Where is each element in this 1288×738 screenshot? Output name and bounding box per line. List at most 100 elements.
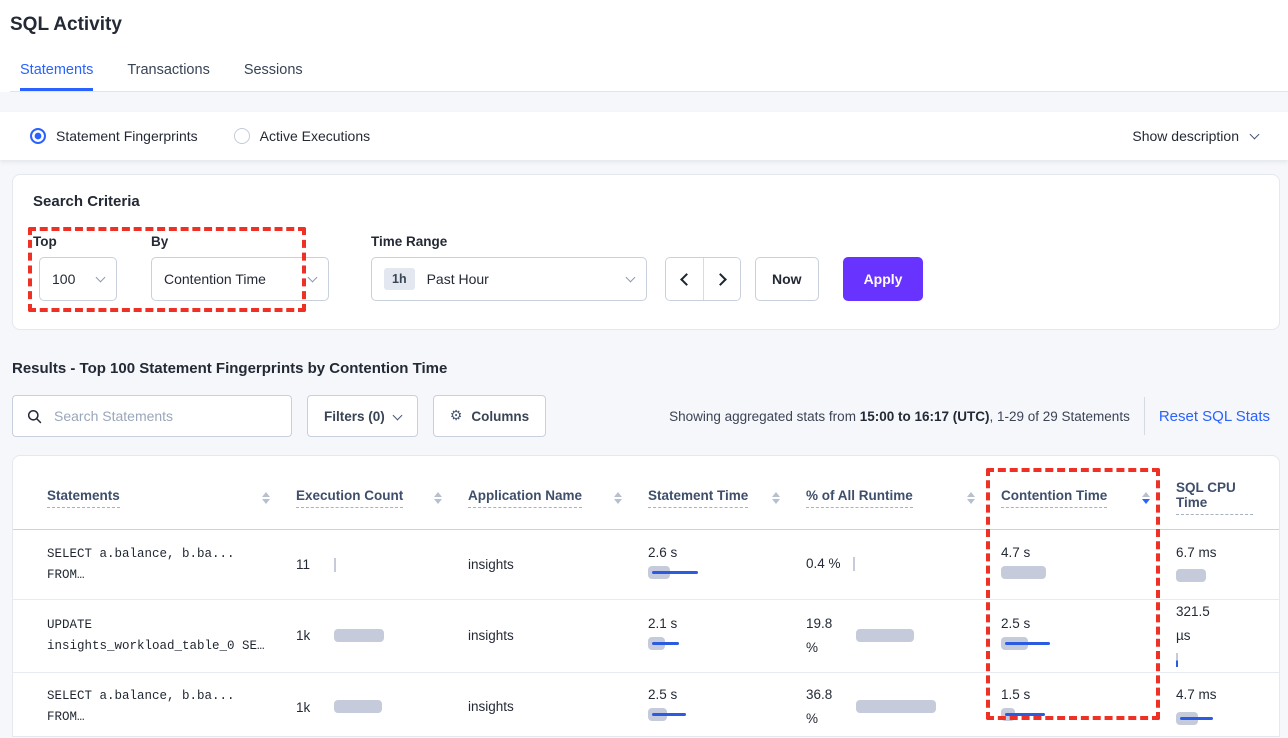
pct-runtime-bar: [856, 700, 936, 714]
sort-arrows-icon[interactable]: [262, 492, 270, 504]
application-name-value: insights: [468, 699, 514, 714]
top-select[interactable]: 100: [39, 257, 117, 301]
statement-time-cell: 2.1 s: [648, 616, 806, 656]
radio-label: Statement Fingerprints: [56, 128, 198, 144]
column-header-sql-cpu-time[interactable]: SQL CPU Time: [1176, 480, 1279, 515]
table-row[interactable]: UPDATEinsights_workload_table_0 SE…1kins…: [13, 600, 1279, 673]
statement-text: UPDATE: [47, 615, 296, 636]
sort-arrows-icon[interactable]: [772, 492, 780, 504]
by-select[interactable]: Contention Time: [151, 257, 329, 301]
main-content: Search Criteria Top 100 By Contention Ti…: [0, 160, 1288, 738]
time-range-value: Past Hour: [427, 271, 627, 287]
bar-gray: [334, 629, 384, 642]
table-header-row: Statements Execution CountApplication Nam…: [13, 456, 1279, 530]
bar-gray: [1001, 566, 1046, 579]
tab-bar: Statements Transactions Sessions: [10, 62, 1288, 92]
next-range-button[interactable]: [703, 258, 740, 300]
sort-arrows-icon[interactable]: [614, 492, 622, 504]
columns-button[interactable]: ⚙ Columns: [433, 395, 546, 437]
contention-time-value: 2.5 s: [1001, 616, 1176, 631]
pct-runtime-value: 0.4 %: [806, 552, 841, 576]
page-header: SQL Activity Statements Transactions Ses…: [0, 0, 1288, 92]
table-row[interactable]: SELECT a.balance, b.ba...FROM…11insights…: [13, 530, 1279, 600]
show-description-toggle[interactable]: Show description: [1132, 128, 1258, 144]
time-range-select[interactable]: 1h Past Hour: [371, 257, 647, 301]
previous-range-button[interactable]: [666, 258, 703, 300]
by-field: By Contention Time: [117, 234, 329, 301]
apply-button[interactable]: Apply: [843, 257, 924, 301]
search-icon: [27, 409, 42, 424]
bar-blue-line: [652, 713, 686, 716]
sort-arrows-icon[interactable]: [1142, 492, 1150, 504]
spacer-band: [0, 92, 1288, 112]
sort-arrows-icon[interactable]: [434, 492, 442, 504]
radio-unselected-icon[interactable]: [234, 128, 250, 144]
execution-count-bar: [334, 558, 336, 572]
radio-selected-icon[interactable]: [30, 128, 46, 144]
sql-cpu-time-value: 6.7 ms: [1176, 541, 1220, 565]
statement-text: insights_workload_table_0 SE…: [47, 636, 296, 657]
execution-count-cell: 11: [296, 557, 468, 572]
view-toggle-bar: Statement Fingerprints Active Executions…: [0, 112, 1288, 160]
chevron-down-icon: [1250, 129, 1260, 139]
search-statements-box[interactable]: [12, 395, 292, 437]
chevron-down-icon: [96, 272, 106, 282]
statement-time-cell: 2.6 s: [648, 545, 806, 585]
column-header-label: Statement Time: [648, 488, 748, 508]
results-heading: Results - Top 100 Statement Fingerprints…: [12, 360, 1288, 377]
tab-sessions[interactable]: Sessions: [244, 62, 303, 91]
tab-statements[interactable]: Statements: [20, 62, 93, 91]
statement-time-value: 2.6 s: [648, 545, 806, 560]
search-statements-input[interactable]: [52, 407, 281, 425]
bar-blue-line: [1005, 642, 1050, 645]
statement-cell[interactable]: SELECT a.balance, b.ba...FROM…: [47, 686, 296, 727]
sql-cpu-time-bar: [1176, 712, 1198, 726]
radio-statement-fingerprints[interactable]: Statement Fingerprints: [30, 128, 198, 144]
column-header-label: % of All Runtime: [806, 488, 913, 508]
reset-sql-stats-link[interactable]: Reset SQL Stats: [1159, 408, 1280, 425]
time-range-pager: [665, 257, 741, 301]
table-row[interactable]: SELECT a.balance, b.ba...FROM…1k insights…: [13, 673, 1279, 737]
chevron-right-icon: [714, 273, 727, 286]
bar-blue-line: [652, 571, 698, 574]
column-header--of-all-runtime[interactable]: % of All Runtime: [806, 488, 1001, 508]
statement-cell[interactable]: SELECT a.balance, b.ba...FROM…: [47, 544, 296, 585]
chevron-down-icon: [626, 272, 636, 282]
statement-time-bar: [648, 637, 665, 651]
chevron-left-icon: [680, 273, 693, 286]
column-header-label: Statements: [47, 488, 120, 508]
radio-active-executions[interactable]: Active Executions: [234, 128, 371, 144]
sort-arrows-icon[interactable]: [967, 492, 975, 504]
contention-time-value: 1.5 s: [1001, 687, 1176, 702]
statement-cell[interactable]: UPDATEinsights_workload_table_0 SE…: [47, 615, 296, 656]
tab-transactions[interactable]: Transactions: [127, 62, 209, 91]
radio-label: Active Executions: [260, 128, 371, 144]
column-header-statement-time[interactable]: Statement Time: [648, 488, 806, 508]
column-header-execution-count[interactable]: Execution Count: [296, 488, 468, 508]
bar-tick: [853, 557, 855, 571]
filters-button[interactable]: Filters (0): [307, 395, 418, 437]
showing-stats-text: Showing aggregated stats from 15:00 to 1…: [669, 409, 1130, 424]
bar-blue-line: [1005, 713, 1045, 716]
bar-tick: [334, 558, 336, 572]
statements-table-card: Statements Execution CountApplication Nam…: [12, 455, 1280, 737]
vertical-divider: [1144, 397, 1145, 435]
application-name-value: insights: [468, 557, 514, 572]
now-button[interactable]: Now: [755, 257, 819, 301]
top-field: Top 100: [33, 234, 117, 301]
column-header-statements[interactable]: Statements: [47, 488, 296, 508]
top-select-value: 100: [52, 271, 97, 287]
table-tools-row: Filters (0) ⚙ Columns Showing aggregated…: [12, 395, 1280, 437]
sql-cpu-time-cell: 4.7 ms: [1176, 683, 1279, 730]
statement-time-value: 2.5 s: [648, 687, 806, 702]
column-header-application-name[interactable]: Application Name: [468, 488, 648, 508]
contention-time-cell: 2.5 s: [1001, 616, 1176, 656]
execution-count-value: 1k: [296, 700, 310, 715]
column-header-contention-time[interactable]: Contention Time: [1001, 488, 1176, 508]
chevron-down-icon: [308, 272, 318, 282]
page-title: SQL Activity: [10, 14, 1288, 36]
contention-time-cell: 4.7 s: [1001, 545, 1176, 585]
bar-blue-line: [652, 642, 679, 645]
application-name-cell: insights: [468, 556, 648, 574]
columns-label: Columns: [471, 409, 529, 424]
